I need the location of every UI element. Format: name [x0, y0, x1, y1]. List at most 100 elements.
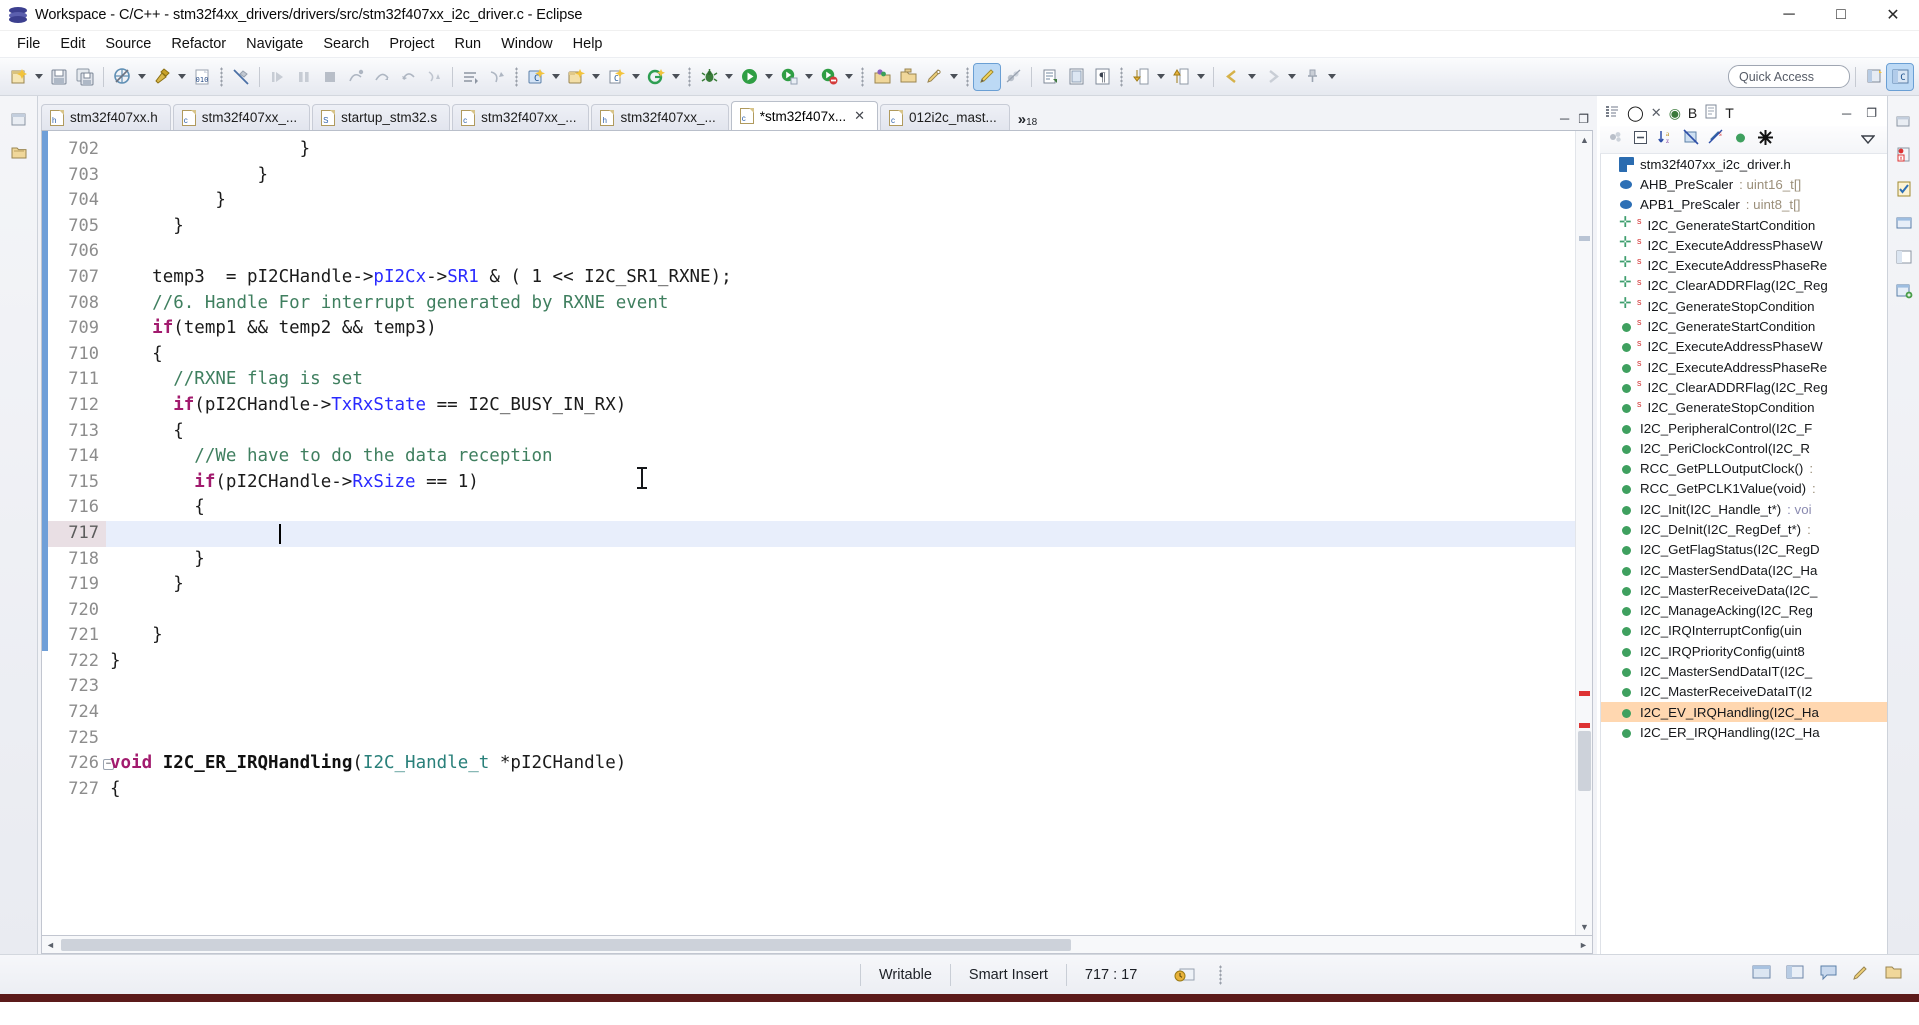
tasks-view-icon[interactable]: [1892, 178, 1916, 200]
outline-tab-close-icon[interactable]: ✕: [1651, 105, 1662, 121]
code-line[interactable]: [106, 674, 1575, 700]
outline-item[interactable]: s I2C_ClearADDRFlag(I2C_Reɡ: [1601, 377, 1887, 397]
outline-item[interactable]: I2C_MasterSendDataIT(I2C_: [1601, 661, 1887, 681]
outline-item[interactable]: s I2C_GenerateStopCondition: [1601, 296, 1887, 316]
outline-item[interactable]: s I2C_ExecuteAddressPhaseRе: [1601, 255, 1887, 275]
outline-item[interactable]: I2C_PeriClockControl(I2C_R: [1601, 438, 1887, 458]
minimize-button[interactable]: ─: [1763, 0, 1815, 31]
search-icon[interactable]: [921, 64, 947, 90]
problems-view-icon[interactable]: x: [1892, 144, 1916, 166]
editor-tab-4[interactable]: h stm32f407xx_...: [591, 104, 729, 130]
scroll-down-icon[interactable]: ▼: [1576, 918, 1592, 935]
next-annotation-dropdown-icon[interactable]: [1154, 64, 1168, 90]
save-all-icon[interactable]: [72, 64, 98, 90]
hscroll-thumb[interactable]: [61, 938, 1071, 951]
hide-fields-icon[interactable]: [1683, 129, 1699, 150]
build-all-icon[interactable]: [109, 64, 135, 90]
code-line[interactable]: if(pI2CHandle->RxSize == 1): [106, 470, 1575, 496]
menu-source[interactable]: Source: [95, 34, 161, 54]
outline-minimize-icon[interactable]: ─: [1842, 106, 1851, 121]
new-generic-dropdown-icon[interactable]: [669, 64, 683, 90]
menu-help[interactable]: Help: [563, 34, 613, 54]
next-annotation-icon[interactable]: [1128, 64, 1154, 90]
hide-macros-icon[interactable]: [1757, 129, 1774, 151]
build-status-icon[interactable]: [1155, 962, 1215, 988]
outline-tab-b-label[interactable]: B: [1688, 105, 1697, 121]
outline-maximize-icon[interactable]: ❐: [1866, 106, 1877, 120]
task-list-icon[interactable]: [1704, 104, 1718, 122]
project-explorer-fastview-icon[interactable]: [1892, 280, 1916, 302]
code-line[interactable]: temp3 = pI2CHandle->pI2Cx->SR1 & ( 1 << …: [106, 265, 1575, 291]
toggle-mark-occurrences-icon[interactable]: [973, 62, 1001, 91]
toggle-block-icon[interactable]: [1063, 64, 1089, 90]
tray-pencil-icon[interactable]: [1852, 964, 1870, 985]
drop-to-frame-icon[interactable]: [421, 64, 447, 90]
external-tools-dropdown-icon[interactable]: [842, 64, 856, 90]
error-marker[interactable]: [1579, 691, 1590, 696]
pause-icon[interactable]: [291, 64, 317, 90]
editor-tab-1[interactable]: c stm32f407xx_...: [172, 104, 311, 130]
sort-az-icon[interactable]: az: [1657, 129, 1674, 150]
outline-item[interactable]: I2C_MasterReceiveDataIT(I2: [1601, 682, 1887, 702]
project-explorer-icon[interactable]: [7, 141, 31, 163]
focus-active-task-icon[interactable]: [1608, 129, 1624, 150]
tray-folder-icon[interactable]: [1884, 964, 1903, 985]
scroll-right-icon[interactable]: ►: [1575, 936, 1592, 953]
external-tools-icon[interactable]: [816, 64, 842, 90]
run-dropdown-icon[interactable]: [762, 64, 776, 90]
outline-tab-o[interactable]: ◯: [1627, 104, 1644, 122]
outline-item[interactable]: I2C_GetFlagStatus(I2C_RegD: [1601, 540, 1887, 560]
prev-edit-icon[interactable]: [484, 64, 510, 90]
restore-view-icon[interactable]: [7, 108, 31, 130]
menu-edit[interactable]: Edit: [50, 34, 95, 54]
outline-item[interactable]: s I2C_ExecuteAddressPhaseRе: [1601, 357, 1887, 377]
code-line[interactable]: {: [106, 495, 1575, 521]
outline-item[interactable]: s I2C_ClearADDRFlag(I2C_Reɡ: [1601, 275, 1887, 296]
code-line[interactable]: }: [106, 214, 1575, 240]
new-c-project-icon[interactable]: C: [523, 64, 549, 90]
run-icon[interactable]: [736, 64, 762, 90]
step-over-icon[interactable]: [369, 64, 395, 90]
outline-item[interactable]: s I2C_GenerateStartCondition: [1601, 215, 1887, 235]
forward-dropdown-icon[interactable]: [1285, 64, 1299, 90]
tab-overflow-indicator[interactable]: » 18: [1012, 111, 1041, 130]
terminate-icon[interactable]: [317, 64, 343, 90]
menu-project[interactable]: Project: [379, 34, 444, 54]
editor-minimize-icon[interactable]: ─: [1560, 111, 1569, 126]
code-line[interactable]: [106, 700, 1575, 726]
menu-navigate[interactable]: Navigate: [236, 34, 313, 54]
build-targets-icon[interactable]: ◉: [1669, 105, 1681, 122]
outline-item[interactable]: APB1_PreScaler : uint8_t[]: [1601, 195, 1887, 215]
outline-item[interactable]: AHB_PreScaler : uint16_t[]: [1601, 174, 1887, 194]
outline-item[interactable]: I2C_IRQInterruptConfig(uin: [1601, 621, 1887, 641]
menu-run[interactable]: Run: [444, 34, 491, 54]
new-c-class-icon[interactable]: [563, 64, 589, 90]
code-line[interactable]: [106, 520, 1575, 547]
code-line[interactable]: }: [106, 547, 1575, 573]
code-line[interactable]: {: [106, 777, 1575, 803]
tray-chat-icon[interactable]: [1819, 964, 1838, 985]
forward-icon[interactable]: [1259, 64, 1285, 90]
close-button[interactable]: ✕: [1867, 0, 1919, 31]
outline-item[interactable]: RCC_GetPCLK1Value(void) :: [1601, 479, 1887, 499]
code-line[interactable]: //We have to do the data reception: [106, 444, 1575, 470]
new-generic-icon[interactable]: [643, 64, 669, 90]
open-perspective-icon[interactable]: [1861, 64, 1887, 90]
code-line[interactable]: }: [106, 137, 1575, 163]
quick-access-input[interactable]: Quick Access: [1728, 65, 1850, 88]
minimize-all-icon[interactable]: [1892, 110, 1916, 132]
outline-item[interactable]: I2C_ER_IRQHandling(I2C_Hа: [1601, 722, 1887, 742]
code-line[interactable]: [106, 598, 1575, 624]
code-line[interactable]: if(temp1 && temp2 && temp3): [106, 316, 1575, 342]
editor-tab-3[interactable]: c stm32f407xx_...: [452, 104, 590, 130]
scroll-thumb[interactable]: [1578, 731, 1591, 791]
console-view-icon[interactable]: [1892, 212, 1916, 234]
debug-icon[interactable]: [696, 64, 722, 90]
debug-dropdown-icon[interactable]: [722, 64, 736, 90]
binary-icon[interactable]: 010: [189, 64, 215, 90]
search-dropdown-icon[interactable]: [947, 64, 961, 90]
build-hammer-dropdown-icon[interactable]: [175, 64, 189, 90]
build-all-dropdown-icon[interactable]: [135, 64, 149, 90]
tray-editor-icon[interactable]: [1752, 964, 1772, 985]
pin-icon[interactable]: [1299, 64, 1325, 90]
